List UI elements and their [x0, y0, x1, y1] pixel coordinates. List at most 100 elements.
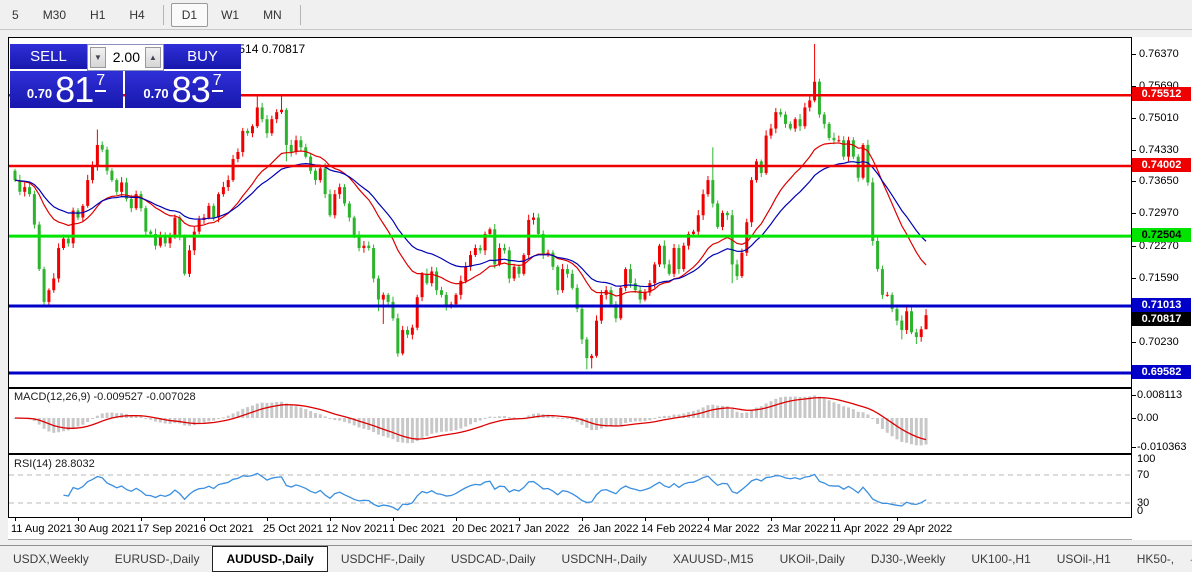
hline-price-flag: 0.71013	[1132, 297, 1191, 312]
hline-price-flag: 0.69582	[1132, 365, 1191, 380]
date-tick-mark	[833, 518, 835, 521]
rsi-axis-label: 0	[1137, 505, 1144, 517]
macd-indicator-label: MACD(12,26,9) -0.009527 -0.007028	[14, 391, 196, 403]
date-tick-label: 17 Sep 2021	[137, 523, 200, 535]
rsi-axis-label: 70	[1137, 469, 1150, 481]
date-tick-mark	[581, 518, 583, 521]
date-tick-mark	[15, 518, 16, 521]
macd-axis-label: 0.00	[1137, 412, 1159, 424]
date-tick-mark	[896, 518, 898, 521]
price-tick-label: 0.74330	[1139, 143, 1179, 156]
tab-usdcnhdaily[interactable]: USDCNH-,Daily	[549, 548, 660, 572]
price-tick-label: 0.73650	[1139, 175, 1179, 188]
timeframe-h4[interactable]: H4	[118, 3, 155, 27]
date-tick-label: 7 Jan 2022	[514, 523, 570, 535]
price-tick-label: 0.71590	[1139, 271, 1179, 284]
timeframe-w1[interactable]: W1	[210, 3, 250, 27]
timeframe-m30[interactable]: M30	[32, 3, 77, 27]
price-tick-mark	[1132, 117, 1136, 119]
price-tick-label: 0.75010	[1139, 111, 1179, 124]
timeframe-mn[interactable]: MN	[252, 3, 293, 27]
sell-price-prefix: 0.70	[26, 86, 53, 101]
date-tick-mark	[392, 518, 394, 521]
buy-price-pip: 7	[211, 72, 223, 92]
price-axis[interactable]: 0.76370 0.75690 0.75010 0.74330 0.73650 0.729…	[1132, 37, 1192, 540]
current-price-flag: 0.70817	[1132, 311, 1191, 326]
tab-audusddaily[interactable]: AUDUSD-,Daily	[212, 546, 328, 572]
price-tick-mark	[1132, 149, 1136, 151]
tab-usdchfdaily[interactable]: USDCHF-,Daily	[328, 548, 438, 572]
date-tick-label: 23 Mar 2022	[766, 523, 829, 535]
date-tick-label: 12 Nov 2021	[325, 523, 389, 535]
date-axis[interactable]: 11 Aug 2021 30 Aug 2021 17 Sep 2021 6 Oct 2…	[8, 518, 1132, 540]
date-tick-mark	[266, 518, 268, 521]
price-tick-mark	[1132, 213, 1136, 215]
rsi-chart	[9, 472, 1131, 512]
date-tick-mark	[770, 518, 772, 521]
sell-button[interactable]: SELL	[10, 44, 87, 71]
macd-tick-mark	[1132, 418, 1136, 419]
date-tick-label: 11 Apr 2022	[829, 523, 889, 535]
date-tick-label: 30 Aug 2021	[74, 523, 136, 535]
date-tick-label: 6 Oct 2021	[199, 523, 254, 535]
sell-price-button[interactable]: 0.70 81 7	[10, 71, 123, 108]
volume-input[interactable]: 2.00	[108, 45, 143, 70]
hline-price-flag: 0.74002	[1132, 157, 1191, 172]
tab-xauusdm15[interactable]: XAUUSD-,M15	[660, 548, 767, 572]
date-tick-label: 14 Feb 2022	[640, 523, 703, 535]
volume-increase-button[interactable]: ▲	[145, 47, 161, 68]
date-tick-label: 4 Mar 2022	[703, 523, 760, 535]
sell-price-big: 81	[55, 68, 94, 110]
date-tick-label: 1 Dec 2021	[388, 523, 446, 535]
price-tick-mark	[1132, 277, 1136, 279]
toolbar-separator	[162, 4, 164, 25]
buy-price-button[interactable]: 0.70 83 7	[125, 71, 241, 108]
hline-price-flag: 0.75512	[1132, 87, 1191, 102]
buy-button[interactable]: BUY	[164, 44, 241, 71]
date-tick-mark	[518, 518, 520, 521]
sell-price-pip: 7	[95, 72, 107, 92]
price-tick-label: 0.72970	[1139, 207, 1179, 220]
rsi-indicator-label: RSI(14) 28.8032	[14, 458, 95, 470]
date-tick-mark	[644, 518, 646, 521]
timeframe-h1[interactable]: H1	[79, 3, 116, 27]
tab-ukoildaily[interactable]: UKOil-,Daily	[767, 548, 858, 572]
one-click-trade-panel: SELL ▼ 2.00 ▲ BUY 0.70 81 7 0.70 83 7	[10, 44, 241, 108]
tab-usdxweekly[interactable]: USDX,Weekly	[0, 548, 102, 572]
macd-tick-mark	[1132, 395, 1136, 397]
toolbar-separator	[299, 4, 301, 25]
date-tick-mark	[455, 518, 457, 521]
timeframe-5[interactable]: 5	[1, 3, 30, 27]
symbol-tab-bar: USDX,Weekly EURUSD-,Daily AUDUSD-,Daily USD…	[0, 545, 1192, 572]
macd-axis-label: -0.010363	[1137, 441, 1187, 454]
hline-price-flag: 0.72504	[1132, 228, 1191, 243]
volume-spinner: ▼ 2.00 ▲	[87, 44, 164, 71]
timeframe-d1[interactable]: D1	[170, 2, 209, 27]
price-tick-mark	[1132, 54, 1136, 55]
date-tick-label: 25 Oct 2021	[262, 523, 323, 535]
tab-hk50[interactable]: HK50-,	[1124, 548, 1187, 572]
date-tick-label: 26 Jan 2022	[577, 523, 639, 535]
tab-dj30weekly[interactable]: DJ30-,Weekly	[858, 548, 958, 572]
macd-tick-mark	[1132, 447, 1136, 449]
timeframe-toolbar: 5 M30 H1 H4 D1 W1 MN	[0, 0, 1192, 30]
date-tick-label: 20 Dec 2021	[451, 523, 515, 535]
volume-decrease-button[interactable]: ▼	[90, 47, 106, 68]
rsi-axis-label: 100	[1137, 453, 1156, 465]
date-tick-mark	[141, 518, 142, 521]
tab-uk100h1[interactable]: UK100-,H1	[958, 548, 1043, 572]
price-tick-label: 0.76370	[1139, 48, 1179, 60]
date-tick-mark	[707, 518, 709, 521]
date-tick-label: 11 Aug 2021	[11, 523, 72, 535]
rsi-panel	[8, 454, 1132, 518]
price-tick-mark	[1132, 181, 1136, 183]
date-tick-mark	[203, 518, 205, 521]
macd-axis-label: 0.008113	[1137, 389, 1183, 402]
price-tick-mark	[1132, 341, 1136, 343]
tab-usdcaddaily[interactable]: USDCAD-,Daily	[438, 548, 549, 572]
tab-eurusddaily[interactable]: EURUSD-,Daily	[102, 548, 213, 572]
tab-usoilh1[interactable]: USOil-,H1	[1044, 548, 1124, 572]
date-tick-mark	[78, 518, 79, 521]
price-tick-mark	[1132, 246, 1136, 248]
buy-price-prefix: 0.70	[143, 86, 169, 101]
